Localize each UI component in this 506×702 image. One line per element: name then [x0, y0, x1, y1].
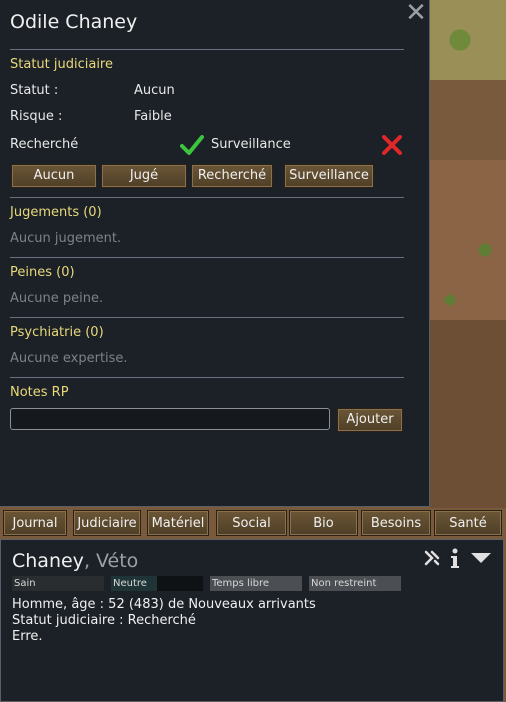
draft-icon[interactable]: [423, 548, 441, 568]
window-title: Odile Chaney: [10, 11, 138, 33]
pawn-description: Homme, âge : 52 (483) de Nouveaux arriva…: [12, 597, 316, 612]
rp-notes-input[interactable]: [10, 408, 330, 430]
section-title-sentences: Peines (0): [10, 265, 75, 280]
divider: [10, 197, 404, 198]
add-note-button[interactable]: Ajouter: [337, 408, 403, 432]
inspect-tabs-bar: Journal Judiciaire Matériel Social Bio B…: [0, 508, 506, 538]
section-title-legal-status: Statut judiciaire: [10, 57, 113, 72]
set-status-surveillance-button[interactable]: Surveillance: [284, 164, 374, 188]
psychiatry-empty-text: Aucune expertise.: [10, 351, 128, 366]
risk-label: Risque :: [10, 109, 63, 124]
info-icon[interactable]: [448, 548, 462, 570]
tab-bio[interactable]: Bio: [289, 510, 358, 536]
tab-journal[interactable]: Journal: [3, 510, 67, 536]
close-icon[interactable]: ✕: [405, 0, 427, 26]
set-status-judged-button[interactable]: Jugé: [101, 164, 187, 188]
pawn-nickname: , Véto: [83, 550, 139, 572]
tab-besoins[interactable]: Besoins: [361, 510, 431, 536]
divider: [10, 377, 404, 378]
stance-bar-label: Neutre: [113, 578, 147, 589]
section-title-judgments: Jugements (0): [10, 205, 102, 220]
tab-judiciaire[interactable]: Judiciaire: [73, 510, 141, 536]
check-icon: [180, 135, 204, 155]
schedule-bar[interactable]: Temps libre: [210, 576, 302, 591]
divider: [10, 257, 404, 258]
stance-bar: Neutre: [111, 576, 203, 591]
collapse-icon[interactable]: [469, 548, 493, 568]
judgments-empty-text: Aucun jugement.: [10, 231, 122, 246]
pawn-last-name: Chaney: [12, 550, 84, 572]
cross-icon: [382, 135, 402, 155]
section-title-rp-notes: Notes RP: [10, 385, 69, 400]
divider: [10, 49, 404, 50]
pawn-activity: Erre.: [12, 629, 43, 644]
status-label: Statut :: [10, 83, 59, 98]
section-title-psychiatry: Psychiatrie (0): [10, 325, 104, 340]
pawn-inspect-panel: Chaney, Véto Sain Neutre Temps libre Non…: [0, 539, 504, 702]
sentences-empty-text: Aucune peine.: [10, 291, 104, 306]
divider: [10, 317, 404, 318]
pawn-name: Chaney, Véto: [12, 550, 138, 572]
risk-value: Faible: [134, 109, 172, 124]
status-value: Aucun: [134, 83, 175, 98]
map-background: [430, 0, 506, 508]
tab-sante[interactable]: Santé: [434, 510, 502, 536]
tab-materiel[interactable]: Matériel: [147, 510, 209, 536]
area-restriction-bar[interactable]: Non restreint: [309, 576, 401, 591]
set-status-wanted-button[interactable]: Recherché: [191, 164, 273, 188]
tab-social[interactable]: Social: [216, 510, 287, 536]
surveillance-label: Surveillance: [211, 137, 291, 152]
pawn-legal-status: Statut judiciaire : Recherché: [12, 613, 196, 628]
wanted-label: Recherché: [10, 137, 79, 152]
legal-status-window: Odile Chaney ✕ Statut judiciaire Statut …: [0, 0, 430, 507]
mood-bar: Sain: [12, 576, 104, 591]
set-status-none-button[interactable]: Aucun: [11, 164, 97, 188]
